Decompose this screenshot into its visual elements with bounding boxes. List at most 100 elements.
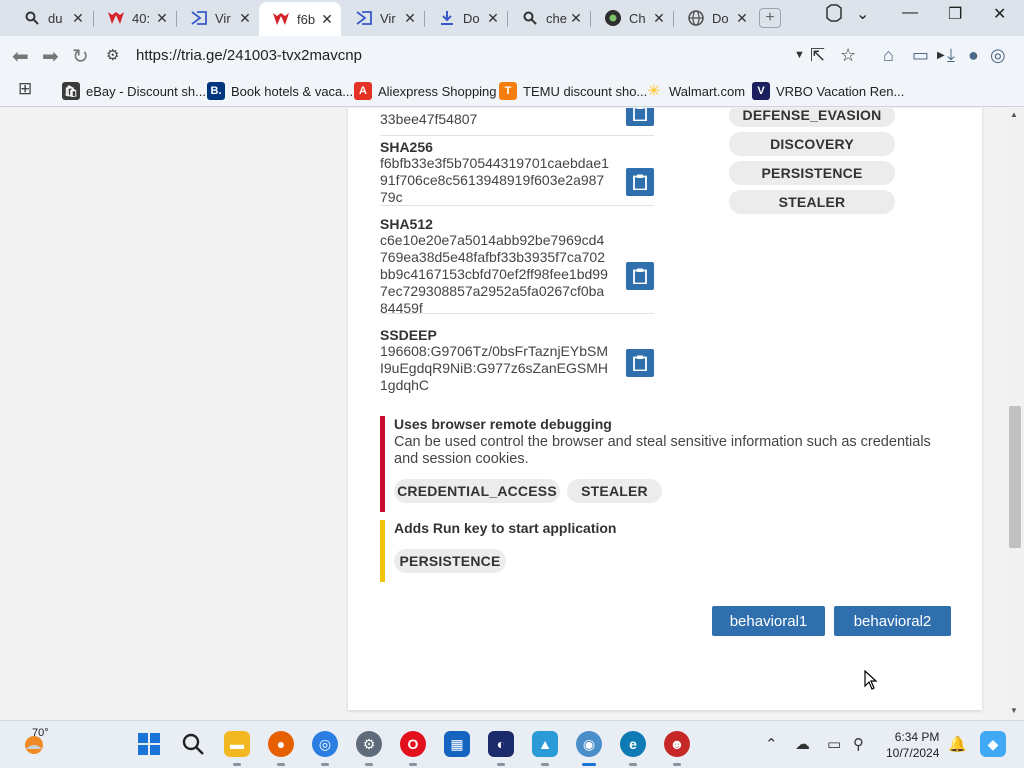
copy-sha256-button[interactable] [626,168,654,196]
app-icon[interactable]: ◐ [488,731,514,757]
close-icon[interactable]: ✕ [70,10,86,27]
tag-discovery[interactable]: DISCOVERY [729,132,895,156]
file-explorer-icon[interactable]: ▬ [224,731,250,757]
back-icon[interactable]: ⬅ [12,44,29,69]
hash-name: SHA512 [380,216,433,232]
home-icon[interactable]: ⌂ [883,45,894,66]
hash-row-sha256: SHA256 f6bfb33e3f5b70544319701caebdae191… [380,139,654,206]
site-settings-icon[interactable]: ⚙ [106,46,119,64]
sidebar-icon[interactable]: ▭ [912,45,929,66]
tag-stealer[interactable]: STEALER [729,190,895,214]
bookmark-star-icon[interactable]: ☆ [840,45,856,66]
tab-6[interactable]: Do ✕ [425,4,507,32]
minimize-icon[interactable]: — [902,4,918,22]
edge-icon[interactable]: e [620,731,646,757]
opera-icon[interactable]: O [400,731,426,757]
tab-active[interactable]: f6b ✕ [259,2,341,36]
close-icon[interactable]: ✕ [402,10,418,27]
scroll-up-icon[interactable]: ▲ [1010,110,1018,119]
tab-1[interactable]: du ✕ [10,4,92,32]
tab-2[interactable]: 40: ✕ [94,4,176,32]
downloads-icon[interactable]: ⤓ [947,45,955,66]
vrbo-icon: V [752,82,770,100]
close-icon[interactable]: ✕ [485,10,501,27]
hash-name: SSDEEP [380,327,437,343]
profile-icon[interactable]: ● [968,45,979,66]
tab-label: 40: [132,10,151,26]
hash-row-sha512: SHA512 c6e10e20e7a5014abb92be7969cd4769e… [380,216,654,316]
signature-title: Uses browser remote debugging [394,416,612,432]
network-icon[interactable]: ⚲ [853,735,864,753]
extension-icon[interactable]: ◎ [990,45,1006,66]
bookmark-walmart[interactable]: ✳ Walmart.com [645,82,745,100]
dropdown-icon[interactable]: ▼ [794,49,805,61]
bookmark-booking[interactable]: B. Book hotels & vaca... [207,82,353,100]
tab-7[interactable]: che ✕ [508,4,590,32]
display-icon[interactable]: ▭ [827,735,841,753]
close-icon[interactable]: ✕ [651,10,667,27]
settings-icon[interactable]: ⚙ [356,731,382,757]
new-tab-button[interactable]: + [759,8,781,28]
chart-app-icon[interactable]: ▲ [532,731,558,757]
clock-date: 10/7/2024 [886,746,940,760]
tag-persistence[interactable]: PERSISTENCE [729,161,895,185]
behavioral2-button[interactable]: behavioral2 [834,606,951,636]
apps-grid-icon[interactable]: ⊞ [18,79,32,99]
download-icon [439,10,455,26]
scroll-thumb[interactable] [1009,406,1021,548]
chevron-up-icon[interactable]: ⌃ [765,735,778,753]
bookmark-ebay[interactable]: 🛍 eBay - Discount sh... [62,82,206,100]
tab-label: Vir [380,10,396,26]
tab-5[interactable]: Vir ✕ [342,4,424,32]
mouse-cursor-icon [864,670,878,690]
forward-icon[interactable]: ➡ [42,44,59,69]
tab-label: Do [463,10,480,26]
close-icon[interactable]: ✕ [568,10,584,27]
temu-icon: T [499,82,517,100]
close-icon[interactable]: ✕ [154,10,170,27]
globe-browser-icon[interactable]: ◉ [576,731,602,757]
tag-stealer[interactable]: STEALER [567,479,662,503]
share-icon[interactable]: ⇱ [810,45,825,66]
chevron-down-icon[interactable]: ⌄ [856,4,869,24]
chrome-icon [605,10,621,26]
tab-3[interactable]: Vir ✕ [177,4,259,32]
copy-ssdeep-button[interactable] [626,349,654,377]
scroll-down-icon[interactable]: ▼ [1010,706,1018,715]
cloud-off-icon[interactable]: ☁ [795,735,810,753]
clipboard-icon [633,268,647,284]
copilot-icon[interactable] [825,4,843,27]
bookmark-vrbo[interactable]: V VRBO Vacation Ren... [752,82,904,100]
mascot-app-icon[interactable]: ☻ [664,731,690,757]
firefox-icon[interactable]: ● [268,731,294,757]
start-button[interactable] [136,731,162,757]
store-icon[interactable]: ▦ [444,731,470,757]
copilot-pre-icon[interactable]: ◆ [980,731,1006,757]
copy-button[interactable] [626,108,654,126]
close-icon[interactable]: ✕ [319,11,335,28]
expand-icon[interactable]: ▶ [937,50,945,61]
close-window-icon[interactable]: ✕ [993,4,1006,24]
hash-row-partial: 0747788d4bf02e9cc5b4692a4d 33bee47f54807 [380,108,654,136]
bookmark-temu[interactable]: T TEMU discount sho... [499,82,647,100]
tab-8[interactable]: Ch ✕ [591,4,673,32]
url-input[interactable]: https://tria.ge/241003-tvx2mavcnp [136,47,362,64]
chrome-like-icon[interactable]: ◎ [312,731,338,757]
tab-label: Ch [629,10,646,26]
behavioral1-button[interactable]: behavioral1 [712,606,825,636]
restore-icon[interactable]: ❐ [948,4,962,24]
close-icon[interactable]: ✕ [237,10,253,27]
tag-credential-access[interactable]: CREDENTIAL_ACCESS [394,479,560,503]
ebay-icon: 🛍 [62,82,80,100]
reload-icon[interactable]: ↻ [72,44,89,69]
close-icon[interactable]: ✕ [734,10,750,27]
clock[interactable]: 6:34 PM 10/7/2024 [886,729,939,761]
notification-bell-icon[interactable]: 🔔 [948,735,967,753]
copy-sha512-button[interactable] [626,262,654,290]
aliexpress-icon: A [354,82,372,100]
tag-persistence[interactable]: PERSISTENCE [394,549,506,573]
search-icon[interactable] [180,731,206,757]
tab-9[interactable]: Do ✕ [674,4,756,32]
tag-defense-evasion[interactable]: DEFENSE_EVASION [729,108,895,127]
bookmark-aliexpress[interactable]: A Aliexpress Shopping [354,82,497,100]
